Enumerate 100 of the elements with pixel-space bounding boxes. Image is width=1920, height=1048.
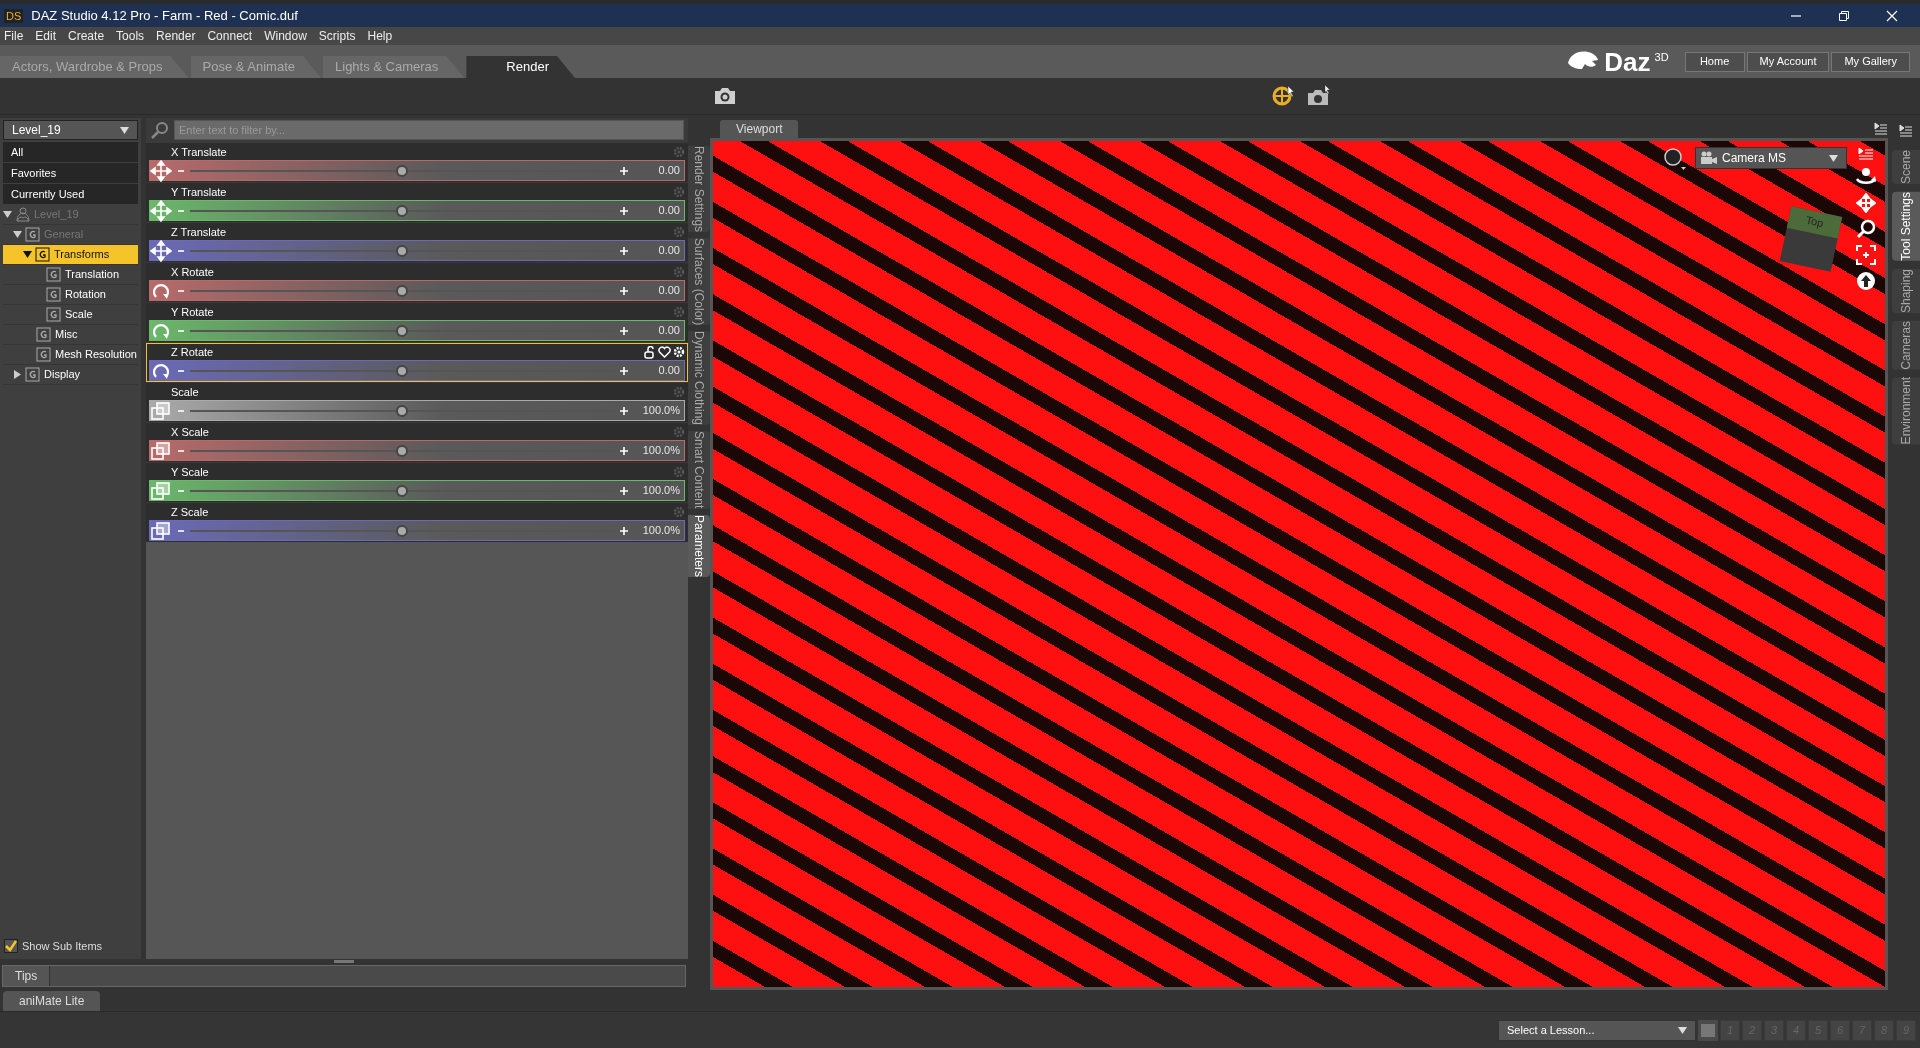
menu-item[interactable]: Create	[68, 27, 105, 45]
slider-bar[interactable]: 100.0%	[149, 400, 685, 421]
camera-icon[interactable]	[1306, 84, 1332, 108]
panel-side-tab[interactable]: Render Settings	[688, 146, 710, 233]
plus-icon	[620, 446, 628, 455]
lesson-dropdown[interactable]: Select a Lesson...	[1498, 1019, 1696, 1041]
menu-item[interactable]: Edit	[35, 27, 57, 45]
slider-bar[interactable]: 0.00	[149, 160, 685, 181]
menu-item[interactable]: Render	[156, 27, 196, 45]
parameter-slider-row[interactable]: X Rotate 0.00	[146, 263, 688, 302]
gear-icon	[673, 146, 685, 158]
group-icon	[46, 267, 62, 282]
header-link-button[interactable]: My Account	[1746, 51, 1830, 72]
slider-thumb[interactable]	[396, 244, 408, 257]
camera-icon[interactable]	[713, 86, 737, 106]
move-arrows-icon[interactable]	[1856, 193, 1876, 213]
minus-icon	[178, 487, 184, 494]
viewport-tab[interactable]: Viewport	[720, 120, 799, 138]
checkbox[interactable]	[4, 938, 18, 953]
header-link-button[interactable]: My Gallery	[1831, 51, 1910, 72]
plus-icon	[620, 166, 628, 175]
slider-thumb[interactable]	[396, 444, 408, 457]
reset-view-icon[interactable]	[1856, 271, 1876, 291]
move-arrows-icon	[150, 239, 172, 262]
tips-tab[interactable]: Tips	[3, 966, 51, 986]
parameter-label: Z Translate	[171, 224, 227, 240]
minus-icon	[178, 167, 184, 174]
slider-bar[interactable]: 0.00	[149, 200, 685, 221]
figure-icon	[15, 207, 31, 222]
panel-side-tab[interactable]: Tool Settings	[1892, 192, 1920, 261]
minus-icon	[178, 207, 184, 214]
dropdown-arrow-icon	[1678, 1026, 1687, 1034]
orbit-icon[interactable]	[1855, 167, 1877, 187]
parameter-slider-row[interactable]: Y Rotate 0.00	[146, 303, 688, 342]
sphere-icon[interactable]	[1663, 147, 1687, 171]
category-item[interactable]: Currently Used	[3, 184, 138, 204]
menu-item[interactable]: Connect	[207, 27, 253, 45]
parameter-label: Y Translate	[171, 184, 227, 200]
slider-thumb[interactable]	[396, 484, 408, 497]
slider-bar[interactable]: 0.00	[149, 280, 685, 301]
panel-menu-icon[interactable]	[1874, 122, 1888, 136]
parameter-slider-row[interactable]: Z Rotate 0.00	[146, 343, 688, 382]
panel-side-tab[interactable]: Shaping	[1892, 268, 1920, 313]
category-item[interactable]: All	[3, 142, 138, 162]
parameter-slider-row[interactable]: Z Translate 0.00	[146, 223, 688, 262]
slider-thumb[interactable]	[396, 404, 408, 417]
panel-side-tab[interactable]: Parameters	[688, 514, 710, 577]
parameter-slider-row[interactable]: Z Scale 100.0%	[146, 503, 688, 542]
scene-selector-dropdown[interactable]: Level_19	[3, 120, 138, 140]
slider-thumb[interactable]	[396, 524, 408, 537]
parameter-slider-row[interactable]: Y Translate 0.00	[146, 183, 688, 222]
scale-icon	[150, 439, 172, 462]
parameter-slider-row[interactable]: Scale 100.0%	[146, 383, 688, 422]
panel-menu-icon[interactable]	[1899, 124, 1913, 138]
menu-item[interactable]: Window	[264, 27, 307, 45]
parameter-slider-row[interactable]: X Translate 0.00	[146, 143, 688, 182]
restore-icon[interactable]	[1838, 9, 1850, 22]
gear-icon	[673, 266, 685, 278]
parameter-slider-row[interactable]: X Scale 100.0%	[146, 423, 688, 462]
zoom-icon[interactable]	[1856, 219, 1876, 239]
slider-thumb[interactable]	[396, 324, 408, 337]
close-icon[interactable]	[1886, 9, 1898, 22]
menu-item[interactable]: File	[4, 27, 24, 45]
slider-bar[interactable]: 100.0%	[149, 480, 685, 501]
gear-icon	[673, 306, 685, 318]
animate-lite-tab[interactable]: aniMate Lite	[3, 991, 101, 1011]
gear-icon	[673, 506, 685, 518]
panel-side-tab[interactable]: Surfaces (Color)	[688, 238, 710, 326]
minus-icon	[178, 327, 184, 334]
camera-dropdown[interactable]: Camera MS	[1695, 147, 1847, 169]
parameter-value: 100.0%	[641, 523, 681, 539]
slider-thumb[interactable]	[396, 164, 408, 177]
panel-side-tab[interactable]: Environment	[1892, 377, 1920, 445]
slider-thumb[interactable]	[396, 284, 408, 297]
slider-bar[interactable]: 100.0%	[149, 520, 685, 541]
expanded-arrow-icon	[13, 230, 22, 239]
slider-bar[interactable]: 100.0%	[149, 440, 685, 461]
panel-side-tab[interactable]: Smart Content	[688, 431, 710, 509]
dropdown-arrow-icon	[1829, 154, 1838, 162]
menu-item[interactable]: Scripts	[318, 27, 356, 45]
parameter-slider-row[interactable]: Y Scale 100.0%	[146, 463, 688, 502]
dropdown-arrow-icon	[120, 126, 129, 134]
workspace-tab[interactable]: Render	[466, 56, 575, 78]
parameter-label: X Translate	[171, 144, 227, 160]
slider-thumb[interactable]	[396, 364, 408, 377]
panel-side-tab[interactable]: Cameras	[1892, 320, 1920, 370]
header-link-button[interactable]: Home	[1684, 51, 1745, 72]
slider-bar[interactable]: 0.00	[149, 240, 685, 261]
slider-bar[interactable]: 0.00	[149, 360, 685, 381]
parameter-value: 0.00	[657, 203, 681, 219]
menu-item[interactable]: Help	[367, 27, 393, 45]
category-item[interactable]: Favorites	[3, 163, 138, 183]
minus-icon	[178, 287, 184, 294]
slider-bar[interactable]: 0.00	[149, 320, 685, 341]
menu-item[interactable]: Tools	[116, 27, 145, 45]
panel-side-tab[interactable]: Dynamic Clothing	[688, 331, 710, 426]
panel-side-tab[interactable]: Scene	[1892, 150, 1920, 185]
parameter-label: Y Rotate	[171, 304, 214, 320]
slider-thumb[interactable]	[396, 204, 408, 217]
frame-icon[interactable]	[1856, 245, 1876, 265]
